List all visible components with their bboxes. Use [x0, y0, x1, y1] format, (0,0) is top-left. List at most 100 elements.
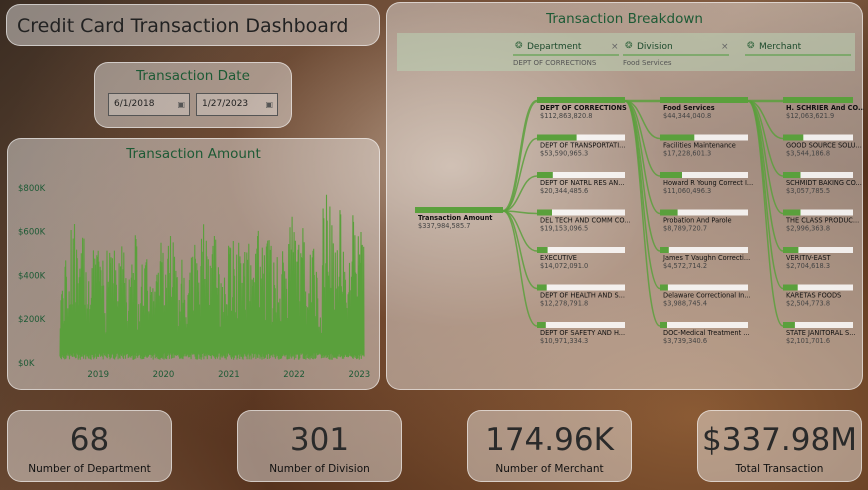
node-bar-fill: [783, 247, 799, 253]
node-value: $3,988,745.4: [663, 300, 707, 308]
y-tick-label: $400K: [18, 271, 46, 281]
tree-link: [624, 100, 661, 177]
tree-node[interactable]: DEL TECH AND COMM CO...$19,153,096.5: [537, 209, 631, 233]
tree-link: [502, 210, 538, 327]
node-value: $12,278,791.8: [540, 300, 588, 308]
node-value: $3,057,785.5: [786, 187, 830, 195]
kpi-label: Number of Merchant: [495, 463, 604, 475]
y-tick-label: $600K: [18, 228, 46, 238]
tree-node[interactable]: DEPT OF TRANSPORTATI...$53,590,965.3: [537, 134, 625, 158]
node-bar-fill: [660, 322, 667, 328]
tree-node[interactable]: STATE JANITORAL S...$2,101,701.6: [783, 322, 856, 345]
node-label: DEL TECH AND COMM CO...: [540, 217, 631, 225]
node-bar-fill: [660, 284, 668, 291]
kpi-departments: 68 Number of Department: [7, 410, 172, 482]
start-date-input[interactable]: 6/1/2018 ▣: [108, 93, 190, 116]
node-label: SCHMIDT BAKING CO...: [786, 179, 862, 187]
node-value: $4,572,714.2: [663, 262, 707, 270]
transaction-amount-title: Transaction Amount: [126, 146, 261, 162]
tree-link: [624, 100, 661, 290]
node-label: DEPT OF NATRL RES AN...: [540, 179, 625, 187]
end-date-value: 1/27/2023: [202, 99, 249, 109]
node-value: $19,153,096.5: [540, 225, 588, 233]
node-label: STATE JANITORAL S...: [786, 329, 856, 337]
node-bar-fill: [783, 284, 798, 291]
node-value: $10,971,334.3: [540, 337, 588, 345]
calendar-icon[interactable]: ▣: [265, 94, 273, 115]
transaction-amount-chart[interactable]: $0K $200K $400K $600K $800K 2019 2020 2021 2022…: [8, 167, 381, 389]
node-value: $14,072,091.0: [540, 262, 588, 270]
tree-node[interactable]: DEPT OF SAFETY AND H...$10,971,334.3: [537, 322, 625, 345]
lightbulb-icon[interactable]: ❂: [515, 41, 523, 51]
tree-node[interactable]: Probation And Parole$8,789,720.7: [660, 209, 748, 233]
node-bar-fill: [783, 322, 795, 328]
lightbulb-icon[interactable]: ❂: [625, 41, 633, 51]
kpi-value: 301: [289, 422, 350, 458]
tree-node[interactable]: Howard R Young Correct I...$11,060,496.3: [660, 172, 753, 195]
node-label: DEPT OF TRANSPORTATI...: [540, 142, 625, 150]
tree-node[interactable]: VERITIV-EAST$2,704,618.3: [783, 247, 853, 270]
tree-node[interactable]: GOOD SOURCE SOLU...$3,544,186.8: [783, 134, 862, 158]
node-bar-fill: [783, 97, 853, 103]
node-value: $2,504,773.8: [786, 300, 830, 308]
end-date-input[interactable]: 1/27/2023 ▣: [196, 93, 278, 116]
node-bar-fill: [537, 97, 625, 103]
node-label: H. SCHRIER And CO...: [786, 104, 864, 112]
node-label: DEPT OF SAFETY AND H...: [540, 329, 625, 337]
filter-label: Merchant: [759, 42, 802, 52]
lightbulb-icon[interactable]: ❂: [747, 41, 755, 51]
transaction-date-slicer: Transaction Date 6/1/2018 ▣ 1/27/2023 ▣: [94, 62, 292, 128]
node-value: $11,060,496.3: [663, 187, 711, 195]
node-value: $3,544,186.8: [786, 150, 830, 158]
tree-node[interactable]: H. SCHRIER And CO...$12,063,621.9: [783, 97, 864, 120]
node-bar-fill: [660, 247, 669, 253]
tree-link: [747, 100, 784, 252]
tree-node[interactable]: EXECUTIVE$14,072,091.0: [537, 247, 625, 270]
amount-series-line[interactable]: [59, 194, 365, 360]
calendar-icon[interactable]: ▣: [177, 94, 185, 115]
tree-node[interactable]: DEPT OF CORRECTIONS$112,863,820.8: [537, 97, 627, 120]
node-value: $3,739,340.6: [663, 337, 707, 345]
node-bar-fill: [783, 134, 804, 141]
clear-filter-icon[interactable]: ×: [721, 42, 729, 52]
tree-link: [624, 100, 661, 327]
transaction-amount-chart-card: Transaction Amount $0K $200K $400K $600K $80…: [7, 138, 380, 390]
node-value: $53,590,965.3: [540, 150, 588, 158]
y-tick-label: $0K: [18, 359, 35, 369]
tree-node[interactable]: THE CLASS PRODUC...$2,996,363.8: [783, 209, 859, 233]
tree-node[interactable]: Transaction Amount$337,984,585.7: [415, 207, 503, 230]
filter-value: Food Services: [623, 59, 672, 67]
node-value: $8,789,720.7: [663, 225, 707, 233]
node-bar-fill: [660, 97, 748, 103]
node-value: $17,228,601.3: [663, 150, 711, 158]
kpi-value: 174.96K: [485, 422, 614, 458]
node-label: Probation And Parole: [663, 217, 732, 225]
kpi-label: Number of Department: [28, 463, 151, 475]
kpi-value: $337.98M: [702, 422, 857, 458]
node-value: $2,704,618.3: [786, 262, 830, 270]
x-tick-label: 2023: [349, 370, 371, 380]
node-label: Delaware Correctional In...: [663, 292, 751, 300]
tree-node[interactable]: KARETAS FOODS$2,504,773.8: [783, 284, 853, 308]
node-value: $2,996,363.8: [786, 225, 830, 233]
node-bar-fill: [415, 207, 503, 213]
node-bar-track: [537, 247, 625, 253]
kpi-merchants: 174.96K Number of Merchant: [467, 410, 632, 482]
dashboard-title: Credit Card Transaction Dashboard: [17, 15, 349, 37]
tree-node[interactable]: James T Vaughn Correcti...$4,572,714.2: [660, 247, 750, 270]
tree-node[interactable]: SCHMIDT BAKING CO...$3,057,785.5: [783, 172, 862, 195]
node-value: $44,344,040.8: [663, 112, 711, 120]
decomposition-tree[interactable]: ❂ Department × DEPT OF CORRECTIONS ❂ Division…: [387, 31, 864, 391]
tree-node[interactable]: Delaware Correctional In...$3,988,745.4: [660, 284, 751, 308]
tree-node[interactable]: DEPT OF HEALTH AND S...$12,278,791.8: [537, 284, 625, 308]
node-bar-fill: [783, 209, 801, 216]
tree-node[interactable]: Facilities Maintenance$17,228,601.3: [660, 134, 748, 158]
tree-node[interactable]: DOC-Medical Treatment ...$3,739,340.6: [660, 322, 750, 345]
tree-node[interactable]: DEPT OF NATRL RES AN...$20,344,485.6: [537, 172, 625, 195]
filter-label: Department: [527, 42, 582, 52]
tree-node[interactable]: Food Services$44,344,040.8: [660, 97, 748, 120]
node-value: $12,063,621.9: [786, 112, 834, 120]
tree-link: [502, 210, 538, 252]
node-bar-track: [660, 247, 748, 253]
clear-filter-icon[interactable]: ×: [611, 42, 619, 52]
